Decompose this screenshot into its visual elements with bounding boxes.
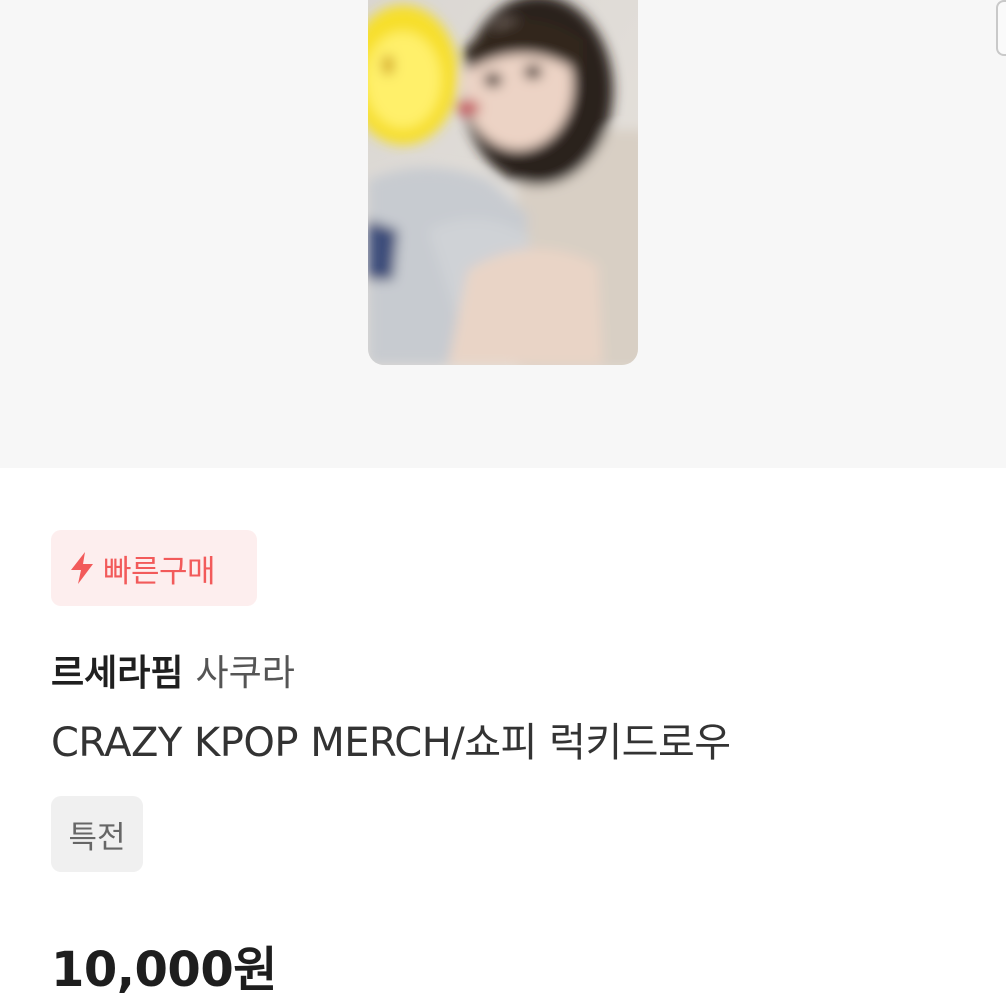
product-title: CRAZY KPOP MERCH/쇼피 럭키드로우 bbox=[51, 720, 731, 766]
fast-purchase-label: 빠른구매 bbox=[103, 553, 216, 590]
member-name: 사쿠라 bbox=[195, 653, 295, 694]
product-details: 빠른구매 르세라핌 사쿠라 CRAZY KPOP MERCH/쇼피 럭키드로우 특… bbox=[0, 468, 1006, 1006]
lightning-bolt-icon bbox=[71, 552, 93, 584]
scrollbar-handle[interactable] bbox=[996, 0, 1006, 56]
product-image-area[interactable] bbox=[0, 0, 1006, 468]
artist-name: 르세라핌 bbox=[51, 653, 184, 694]
artist-member-line: 르세라핌 사쿠라 bbox=[51, 644, 295, 696]
fast-purchase-badge: 빠른구매 bbox=[51, 530, 257, 606]
tag-chip[interactable]: 특전 bbox=[51, 796, 143, 872]
price: 10,000원 bbox=[51, 942, 277, 998]
product-photocard-image[interactable] bbox=[368, 0, 638, 365]
